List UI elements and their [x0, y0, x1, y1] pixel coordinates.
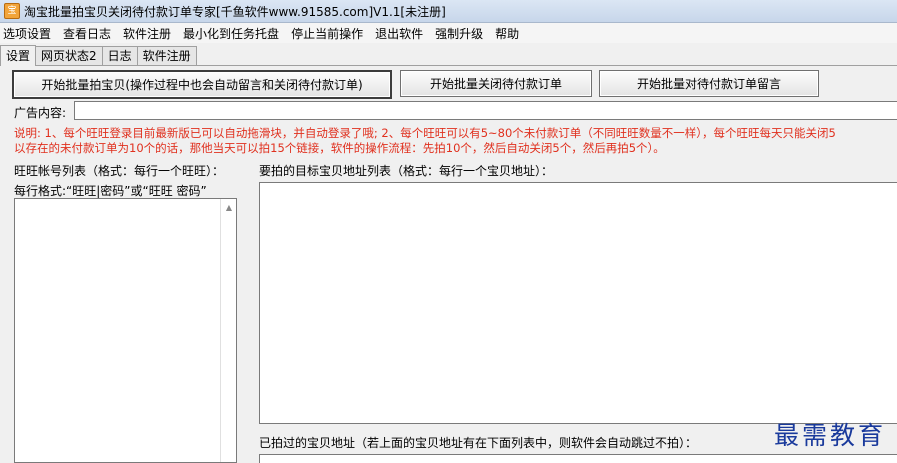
accounts-format-hint: 每行格式:“旺旺|密码”或“旺旺 密码” [14, 184, 207, 198]
app-icon: 宝 [4, 3, 20, 19]
watermark-text: 最需教育 [774, 421, 887, 450]
ad-content-label: 广告内容: [14, 106, 67, 120]
menu-register[interactable]: 软件注册 [117, 25, 177, 42]
menu-options[interactable]: 选项设置 [0, 25, 57, 42]
menu-exit[interactable]: 退出软件 [369, 25, 429, 42]
menu-stop[interactable]: 停止当前操作 [285, 25, 369, 42]
menu-help[interactable]: 帮助 [489, 25, 525, 42]
tab-register[interactable]: 软件注册 [136, 46, 197, 65]
scroll-up-arrow-icon[interactable]: ▲ [221, 199, 237, 215]
menu-minimize-tray[interactable]: 最小化到任务托盘 [177, 25, 285, 42]
title-bar: 宝 淘宝批量拍宝贝关闭待付款订单专家[千鱼软件www.91585.com]V1.… [0, 0, 897, 23]
done-label: 已拍过的宝贝地址（若上面的宝贝地址有在下面列表中，则软件会自动跳过不拍）： [259, 436, 698, 450]
instructions-text: 说明: 1、每个旺旺登录目前最新版已可以自动拖滑块，并自动登录了哦; 2、每个旺… [14, 126, 897, 156]
tab-strip: 设置 网页状态2 日志 软件注册 [0, 44, 897, 66]
start-buy-button[interactable]: 开始批量拍宝贝(操作过程中也会自动留言和关闭待付款订单) [12, 70, 392, 99]
targets-label: 要拍的目标宝贝地址列表（格式：每行一个宝贝地址）： [259, 164, 554, 178]
menu-view-log[interactable]: 查看日志 [57, 25, 117, 42]
menu-bar: 选项设置 查看日志 软件注册 最小化到任务托盘 停止当前操作 退出软件 强制升级… [0, 23, 897, 43]
targets-list[interactable] [259, 182, 897, 424]
instructions-line-2: 以存在的未付款订单为10个的话，那他当天可以拍15个链接，软件的操作流程：先拍1… [14, 141, 665, 155]
close-unpaid-button[interactable]: 开始批量关闭待付款订单 [400, 70, 592, 97]
ad-content-input[interactable] [74, 101, 897, 120]
leave-message-button[interactable]: 开始批量对待付款订单留言 [599, 70, 819, 97]
tab-settings[interactable]: 设置 [0, 45, 37, 66]
tab-web-status[interactable]: 网页状态2 [35, 46, 103, 65]
accounts-list[interactable]: ▲ [14, 198, 237, 463]
done-list[interactable] [259, 454, 897, 463]
menu-force-upgrade[interactable]: 强制升级 [429, 25, 489, 42]
tab-log[interactable]: 日志 [101, 46, 138, 65]
accounts-scrollbar[interactable]: ▲ [220, 199, 236, 462]
window-title: 淘宝批量拍宝贝关闭待付款订单专家[千鱼软件www.91585.com]V1.1[… [24, 4, 446, 19]
instructions-line-1: 说明: 1、每个旺旺登录目前最新版已可以自动拖滑块，并自动登录了哦; 2、每个旺… [14, 126, 836, 140]
accounts-label: 旺旺帐号列表（格式：每行一个旺旺）： [14, 164, 225, 178]
